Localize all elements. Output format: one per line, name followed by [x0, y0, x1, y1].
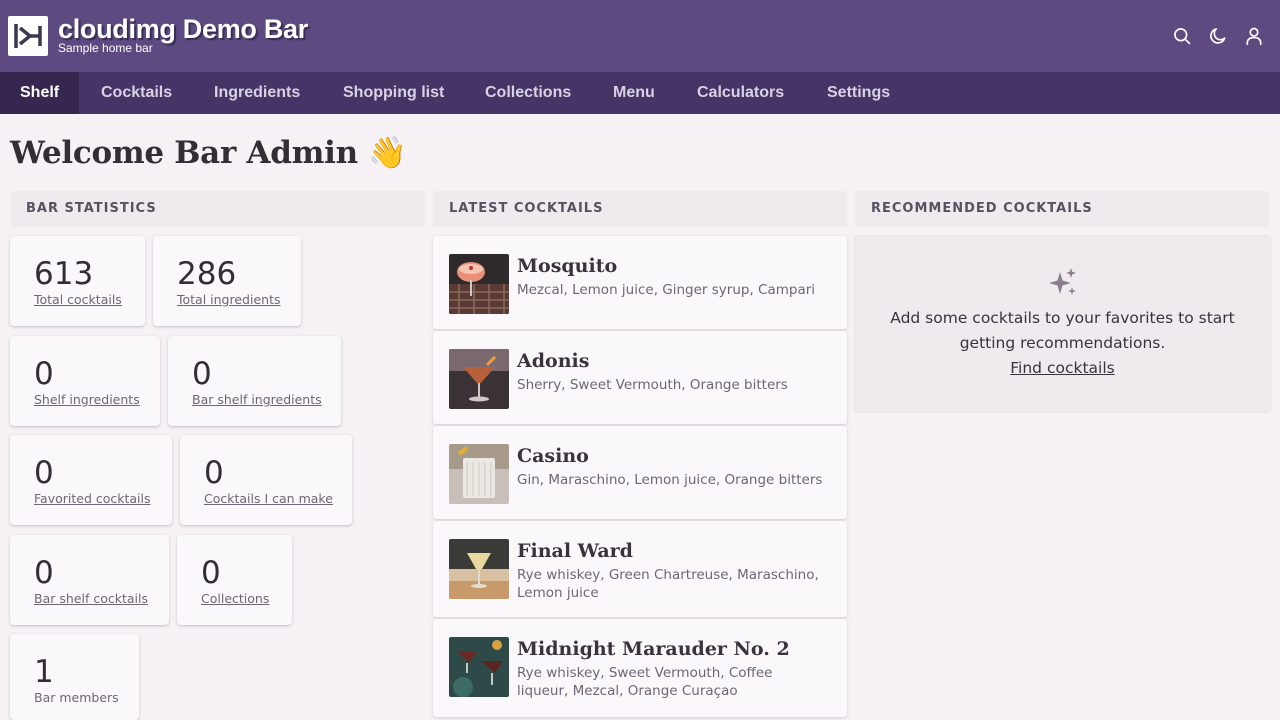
- cocktail-name[interactable]: Casino: [517, 443, 589, 469]
- tab-menu[interactable]: Menu: [593, 72, 675, 114]
- tab-calculators[interactable]: Calculators: [677, 72, 804, 114]
- bar-logo[interactable]: [8, 16, 48, 56]
- stat-value: 0: [192, 356, 212, 392]
- stat-value: 0: [201, 555, 221, 591]
- cocktail-name[interactable]: Mosquito: [517, 253, 617, 279]
- tab-collections[interactable]: Collections: [465, 72, 591, 114]
- tab-shopping-list[interactable]: Shopping list: [323, 72, 464, 114]
- stat-card-bar-shelf-ingredients[interactable]: 0 Bar shelf ingredients: [168, 336, 341, 426]
- find-cocktails-link[interactable]: Find cocktails: [855, 356, 1270, 381]
- stat-value: 0: [34, 356, 54, 392]
- cocktail-card[interactable]: Final Ward Rye whiskey, Green Chartreuse…: [433, 521, 847, 617]
- stat-value: 1: [34, 654, 54, 690]
- stat-label[interactable]: Total cocktails: [34, 292, 122, 308]
- tab-cocktails[interactable]: Cocktails: [81, 72, 192, 114]
- cocktail-ingredients: Rye whiskey, Green Chartreuse, Maraschin…: [517, 567, 819, 601]
- latest-cocktails-heading: LATEST COCKTAILS: [433, 191, 847, 227]
- stat-value: 613: [34, 256, 94, 292]
- stat-label: Bar members: [34, 690, 119, 705]
- app-header: cloudimg Demo Bar Sample home bar: [0, 0, 1280, 72]
- search-icon[interactable]: [1172, 26, 1192, 46]
- sparkles-icon: [1049, 268, 1076, 295]
- stat-value: 0: [204, 455, 224, 491]
- stat-card-bar-shelf-cocktails[interactable]: 0 Bar shelf cocktails: [10, 535, 169, 625]
- cocktail-image: [449, 444, 509, 504]
- cocktail-name[interactable]: Midnight Marauder No. 2: [517, 636, 790, 662]
- stat-label[interactable]: Collections: [201, 591, 269, 607]
- stat-card-total-ingredients[interactable]: 286 Total ingredients: [153, 236, 301, 326]
- stat-label[interactable]: Bar shelf cocktails: [34, 591, 148, 607]
- tab-settings[interactable]: Settings: [807, 72, 910, 114]
- stat-label[interactable]: Cocktails I can make: [204, 491, 333, 507]
- stat-value: 0: [34, 455, 54, 491]
- tab-ingredients[interactable]: Ingredients: [194, 72, 320, 114]
- stat-label[interactable]: Bar shelf ingredients: [192, 392, 322, 408]
- user-icon[interactable]: [1244, 26, 1264, 46]
- cocktail-card[interactable]: Adonis Sherry, Sweet Vermouth, Orange bi…: [433, 331, 847, 424]
- cocktail-name[interactable]: Adonis: [517, 348, 589, 374]
- cocktail-ingredients: Mezcal, Lemon juice, Ginger syrup, Campa…: [517, 282, 816, 298]
- cocktail-card[interactable]: Casino Gin, Maraschino, Lemon juice, Ora…: [433, 426, 847, 519]
- cocktail-name[interactable]: Final Ward: [517, 538, 633, 564]
- stat-label[interactable]: Total ingredients: [177, 292, 281, 308]
- tab-shelf[interactable]: Shelf: [0, 72, 80, 114]
- moon-icon[interactable]: [1208, 26, 1228, 46]
- stat-value: 0: [34, 555, 54, 591]
- cocktail-image: [449, 637, 509, 697]
- stat-card-bar-members: 1 Bar members: [10, 634, 139, 720]
- stat-card-total-cocktails[interactable]: 613 Total cocktails: [10, 236, 145, 326]
- cocktail-card[interactable]: Midnight Marauder No. 2 Rye whiskey, Swe…: [433, 619, 847, 717]
- main-nav: Shelf Cocktails Ingredients Shopping lis…: [0, 72, 1280, 114]
- bar-logo-icon: [14, 24, 42, 48]
- stat-card-collections[interactable]: 0 Collections: [177, 535, 292, 625]
- stat-card-favorited-cocktails[interactable]: 0 Favorited cocktails: [10, 435, 172, 525]
- cocktail-image: [449, 254, 509, 314]
- recommended-cocktails-heading: RECOMMENDED COCKTAILS: [855, 191, 1270, 227]
- page-title: Welcome Bar Admin 👋: [10, 135, 407, 171]
- stat-card-shelf-ingredients[interactable]: 0 Shelf ingredients: [10, 336, 160, 426]
- stat-card-cocktails-i-can-make[interactable]: 0 Cocktails I can make: [180, 435, 352, 525]
- recommendations-empty-state: Add some cocktails to your favorites to …: [855, 236, 1270, 412]
- bar-subtitle: Sample home bar: [58, 41, 153, 55]
- recommendations-message: Add some cocktails to your favorites to …: [890, 309, 1235, 352]
- cocktail-card[interactable]: Mosquito Mezcal, Lemon juice, Ginger syr…: [433, 236, 847, 329]
- bar-statistics-heading: BAR STATISTICS: [10, 191, 425, 227]
- stat-label[interactable]: Shelf ingredients: [34, 392, 140, 408]
- cocktail-ingredients: Gin, Maraschino, Lemon juice, Orange bit…: [517, 472, 823, 488]
- stat-value: 286: [177, 256, 237, 292]
- cocktail-image: [449, 539, 509, 599]
- cocktail-ingredients: Rye whiskey, Sweet Vermouth, Coffee liqu…: [517, 665, 773, 699]
- cocktail-image: [449, 349, 509, 409]
- stat-label[interactable]: Favorited cocktails: [34, 491, 151, 507]
- cocktail-ingredients: Sherry, Sweet Vermouth, Orange bitters: [517, 377, 788, 393]
